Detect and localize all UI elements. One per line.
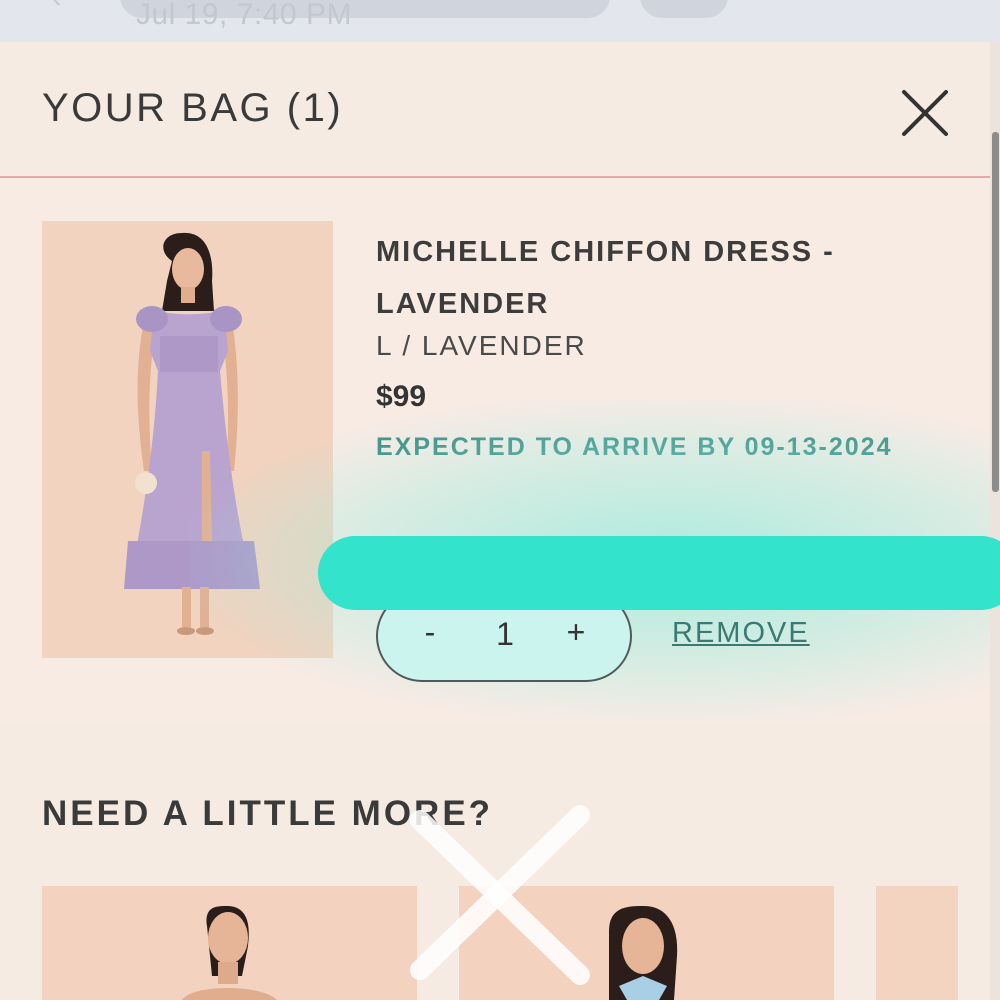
bag-header: YOUR BAG (1) (0, 42, 990, 178)
toolbar-button[interactable] (640, 0, 728, 18)
product-image[interactable] (42, 221, 333, 658)
close-button[interactable] (896, 86, 954, 144)
recommendation-card[interactable] (459, 886, 834, 1000)
product-price: $99 (376, 380, 427, 413)
status-bar: ‹ Jul 19, 7:40 PM (0, 0, 1000, 42)
model-photo (42, 886, 417, 1000)
highlight-annotation (318, 536, 1000, 610)
quantity-value: 1 (496, 616, 514, 652)
product-name[interactable]: MICHELLE CHIFFON DRESS - LAVENDER (376, 226, 936, 330)
scrollbar[interactable] (990, 42, 1000, 1000)
bag-title: YOUR BAG (1) (42, 86, 344, 130)
recommendation-card[interactable] (42, 886, 417, 1000)
increase-quantity-button[interactable]: + (564, 614, 588, 651)
arrival-estimate: EXPECTED TO ARRIVE BY 09-13-2024 (376, 433, 893, 461)
recommendation-card[interactable] (876, 886, 958, 1000)
model-photo (459, 886, 834, 1000)
back-icon[interactable]: ‹ (52, 0, 61, 14)
timestamp: Jul 19, 7:40 PM (136, 0, 352, 31)
decrease-quantity-button[interactable]: - (418, 614, 442, 651)
product-variant: L / LAVENDER (376, 330, 587, 361)
recommendations-title: NEED A LITTLE MORE? (42, 794, 494, 833)
close-icon (902, 90, 948, 136)
product-photo (42, 221, 333, 658)
scrollbar-thumb[interactable] (992, 132, 999, 492)
remove-link[interactable]: REMOVE (672, 617, 810, 650)
